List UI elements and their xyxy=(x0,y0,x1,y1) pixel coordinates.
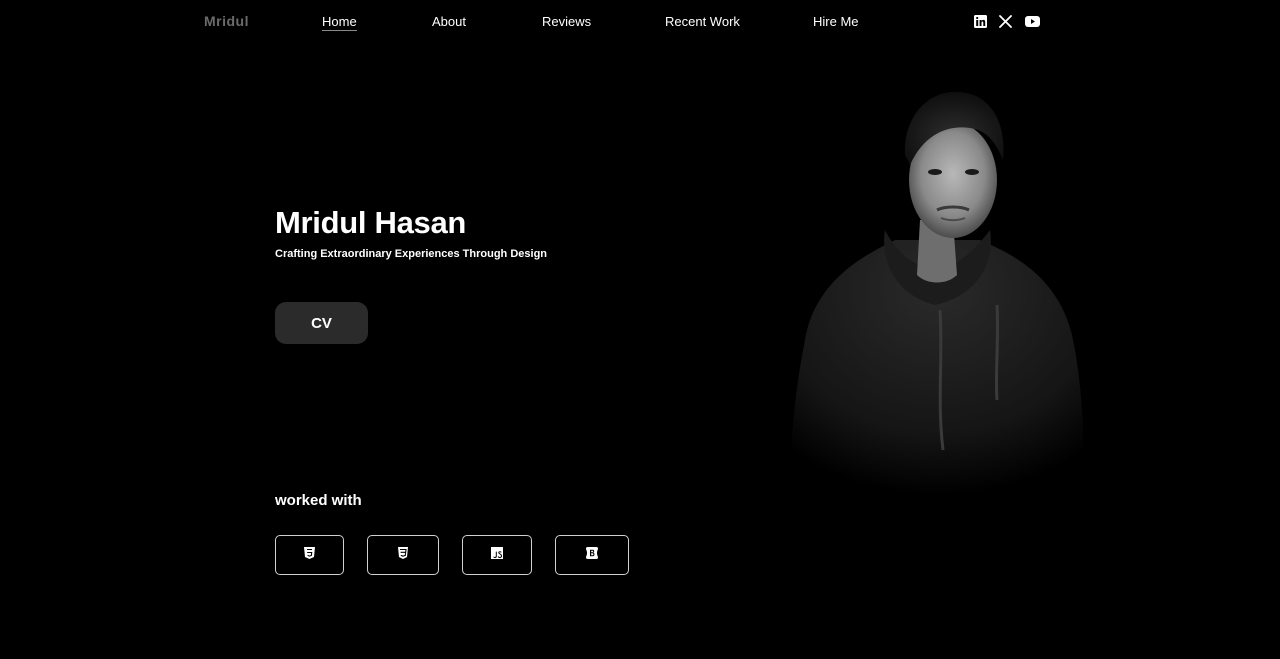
bootstrap-icon xyxy=(585,546,599,564)
nav-link-about[interactable]: About xyxy=(432,14,466,29)
nav-link-recent-work[interactable]: Recent Work xyxy=(665,14,740,29)
css3-icon xyxy=(397,546,409,564)
nav-link-reviews[interactable]: Reviews xyxy=(542,14,591,29)
portrait-photo xyxy=(785,80,1090,495)
css3-tech-badge xyxy=(367,535,439,575)
x-icon[interactable] xyxy=(997,13,1013,29)
nav-link-home[interactable]: Home xyxy=(322,14,357,31)
html5-tech-badge xyxy=(275,535,344,575)
worked-with-title: worked with xyxy=(275,492,362,509)
hero-name: Mridul Hasan xyxy=(275,205,467,240)
brand-logo[interactable]: Mridul xyxy=(204,13,249,29)
hero-tagline: Crafting Extraordinary Experiences Throu… xyxy=(275,248,548,260)
cv-button[interactable]: CV xyxy=(275,302,368,344)
nav-link-hire-me[interactable]: Hire Me xyxy=(813,14,859,29)
linkedin-icon[interactable] xyxy=(972,13,988,29)
javascript-tech-badge xyxy=(462,535,532,575)
html5-icon xyxy=(304,546,315,564)
javascript-icon xyxy=(491,546,503,564)
bootstrap-tech-badge xyxy=(555,535,629,575)
youtube-icon[interactable] xyxy=(1024,13,1040,29)
top-navigation: Mridul Home About Reviews Recent Work Hi… xyxy=(0,0,1280,42)
